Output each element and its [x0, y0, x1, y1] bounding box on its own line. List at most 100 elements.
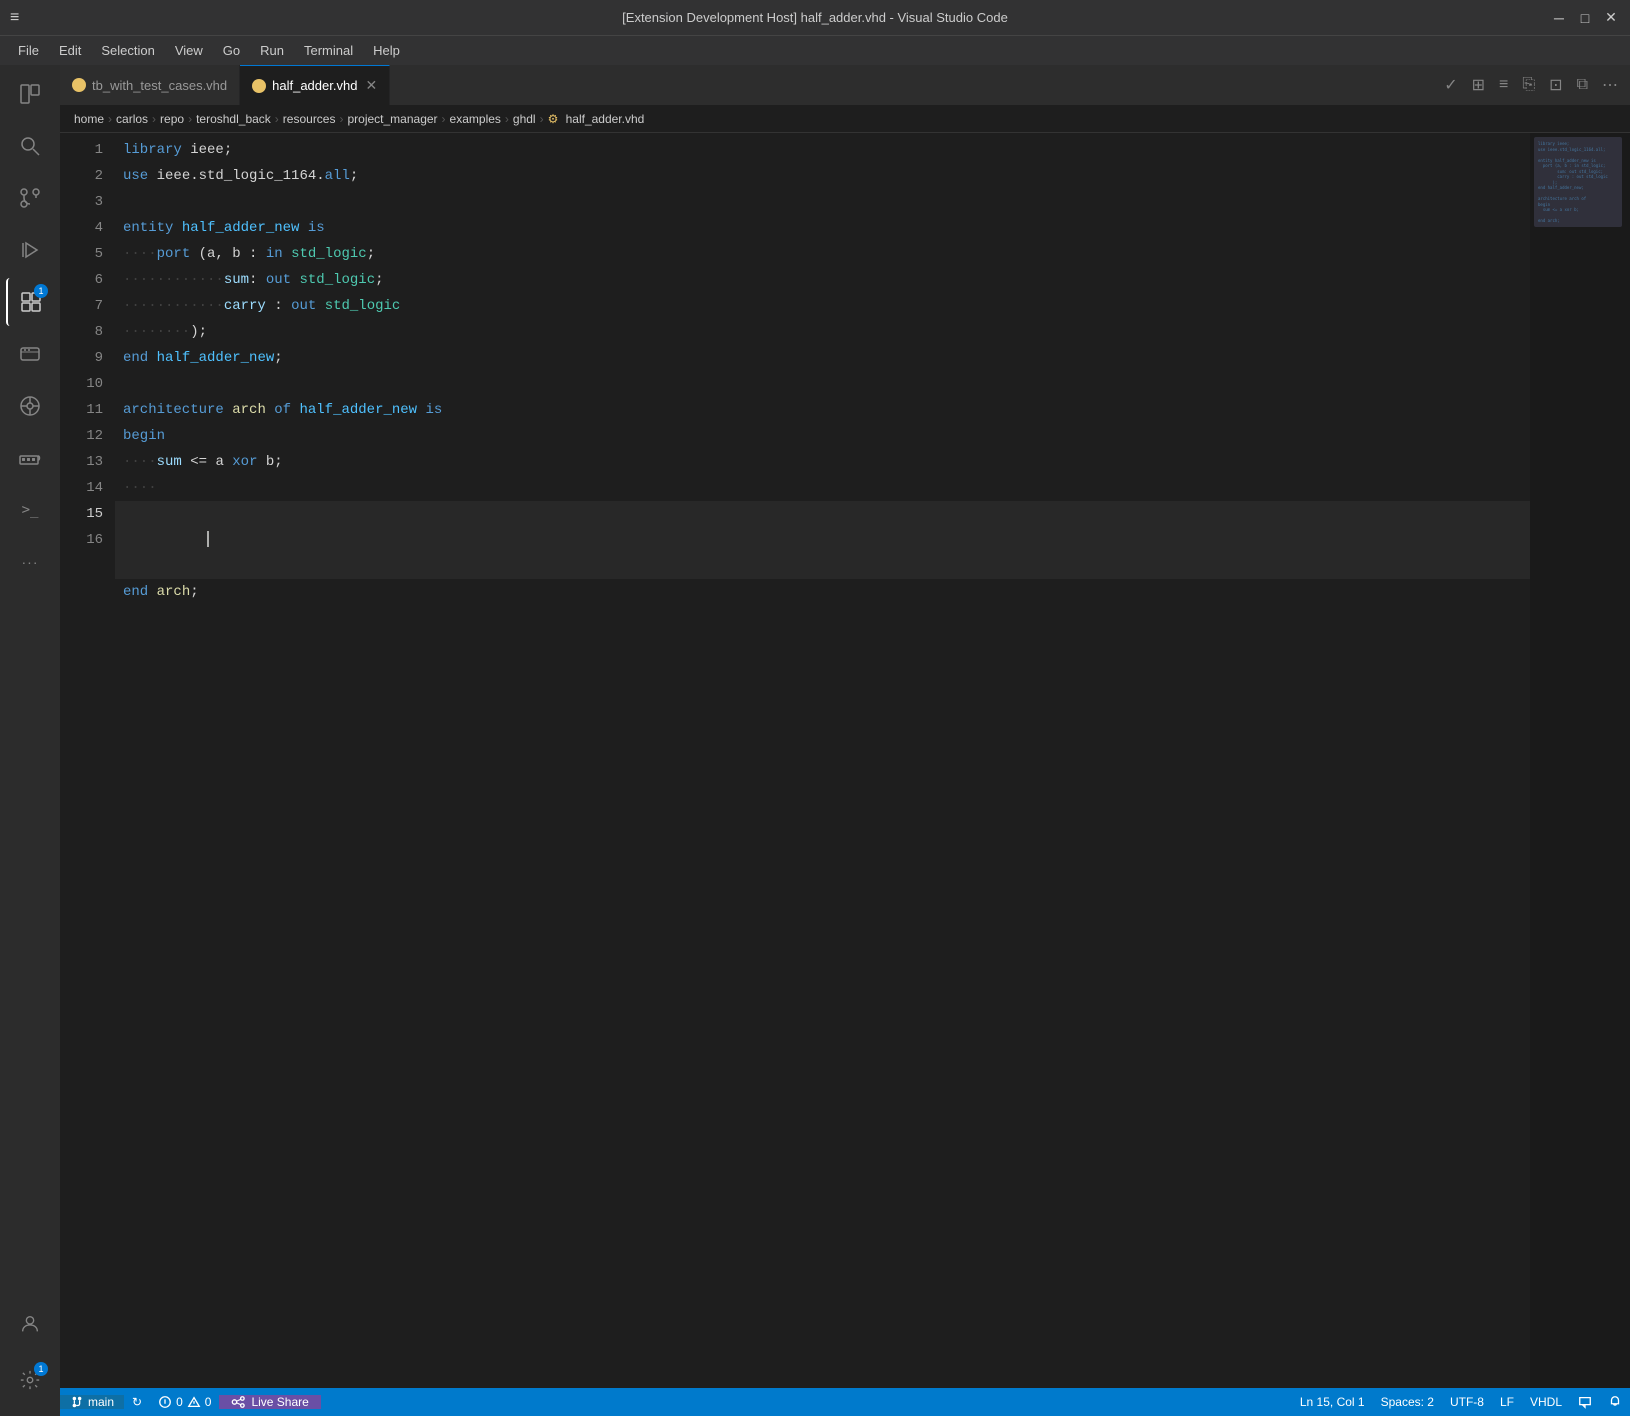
sync-icon: ↻ — [132, 1395, 142, 1409]
sidebar-item-source-control[interactable] — [6, 174, 54, 222]
split-editor-action[interactable]: ⊞ — [1468, 71, 1489, 99]
sidebar-item-teroshdl[interactable] — [6, 382, 54, 430]
status-position[interactable]: Ln 15, Col 1 — [1292, 1395, 1373, 1409]
overflow-action[interactable]: ⋯ — [1598, 71, 1622, 99]
breadcrumb-ghdl[interactable]: ghdl — [513, 112, 536, 126]
close-button[interactable]: ✕ — [1602, 9, 1620, 27]
menu-file[interactable]: File — [10, 41, 47, 60]
sidebar-item-docker[interactable] — [6, 434, 54, 482]
menu-bar: File Edit Selection View Go Run Terminal… — [0, 35, 1630, 65]
breadcrumb-file-icon: ⚙ — [548, 112, 562, 126]
live-share-label: Live Share — [251, 1395, 308, 1409]
tab-icon-tb — [72, 78, 86, 92]
sidebar-item-search[interactable] — [6, 122, 54, 170]
status-feedback[interactable] — [1570, 1395, 1600, 1409]
code-line-3 — [115, 189, 1530, 215]
code-line-8: ········); — [115, 319, 1530, 345]
sidebar-item-explorer[interactable] — [6, 70, 54, 118]
code-line-7: ············carry : out std_logic — [115, 293, 1530, 319]
menu-run[interactable]: Run — [252, 41, 292, 60]
code-line-1: library ieee; — [115, 137, 1530, 163]
breadcrumb: home › carlos › repo › teroshdl_back › r… — [60, 105, 1630, 133]
status-left: main ↻ 0 0 — [60, 1395, 321, 1409]
tab-label-half-adder: half_adder.vhd — [272, 78, 357, 93]
tab-tb-with-test-cases[interactable]: tb_with_test_cases.vhd — [60, 65, 240, 105]
line-ending-label: LF — [1500, 1395, 1514, 1409]
settings-badge: 1 — [34, 1362, 48, 1376]
minimize-button[interactable]: ─ — [1550, 9, 1568, 27]
validate-action[interactable]: ✓ — [1440, 71, 1461, 99]
hamburger-icon[interactable]: ≡ — [10, 0, 19, 35]
activity-bar: 1 — [0, 65, 60, 1416]
title-bar-text: [Extension Development Host] half_adder.… — [622, 10, 1008, 25]
code-line-2: use ieee.std_logic_1164.all; — [115, 163, 1530, 189]
menu-terminal[interactable]: Terminal — [296, 41, 361, 60]
tabs-actions: ✓ ⊞ ≡ ⎘ ⊡ ⧉ ⋯ — [1432, 71, 1630, 99]
status-git[interactable]: main — [60, 1395, 124, 1409]
status-bar: main ↻ 0 0 — [60, 1388, 1630, 1416]
code-line-11: architecture arch of half_adder_new is — [115, 397, 1530, 423]
maximize-button[interactable]: □ — [1576, 9, 1594, 27]
breadcrumb-resources[interactable]: resources — [283, 112, 336, 126]
extensions-badge: 1 — [34, 284, 48, 298]
sidebar-item-more[interactable]: ··· — [6, 538, 54, 586]
language-label: VHDL — [1530, 1395, 1562, 1409]
tab-half-adder[interactable]: half_adder.vhd ✕ — [240, 65, 390, 105]
menu-edit[interactable]: Edit — [51, 41, 89, 60]
breadcrumb-repo[interactable]: repo — [160, 112, 184, 126]
menu-selection[interactable]: Selection — [93, 41, 162, 60]
minimap: library ieee; use ieee.std_logic_1164.al… — [1530, 133, 1630, 1388]
code-content[interactable]: library ieee; use ieee.std_logic_1164.al… — [115, 133, 1530, 1388]
position-label: Ln 15, Col 1 — [1300, 1395, 1365, 1409]
code-line-15 — [115, 501, 1530, 579]
text-cursor — [207, 531, 209, 547]
status-encoding[interactable]: UTF-8 — [1442, 1395, 1492, 1409]
source-action[interactable]: ⊡ — [1545, 71, 1566, 99]
breadcrumb-examples[interactable]: examples — [450, 112, 501, 126]
sidebar-item-settings[interactable]: 1 — [6, 1356, 54, 1404]
code-line-6: ············sum: out std_logic; — [115, 267, 1530, 293]
status-line-ending[interactable]: LF — [1492, 1395, 1522, 1409]
tab-close-half-adder[interactable]: ✕ — [365, 77, 377, 94]
code-line-5: ····port (a, b : in std_logic; — [115, 241, 1530, 267]
code-line-4: entity half_adder_new is — [115, 215, 1530, 241]
status-bell[interactable] — [1600, 1395, 1630, 1409]
more-actions[interactable]: ≡ — [1495, 72, 1512, 98]
tab-label-tb: tb_with_test_cases.vhd — [92, 78, 227, 93]
breadcrumb-teroshdl[interactable]: teroshdl_back — [196, 112, 271, 126]
code-editor[interactable]: 1 2 3 4 5 6 7 8 9 10 11 12 13 14 15 16 l… — [60, 133, 1630, 1388]
warning-count: 0 — [205, 1395, 212, 1409]
sidebar-item-extensions[interactable]: 1 — [6, 278, 54, 326]
status-spaces[interactable]: Spaces: 2 — [1373, 1395, 1442, 1409]
activity-bottom: 1 — [6, 1300, 54, 1416]
status-language[interactable]: VHDL — [1522, 1395, 1570, 1409]
code-line-10 — [115, 371, 1530, 397]
tabs-container: tb_with_test_cases.vhd half_adder.vhd ✕ — [60, 65, 1432, 105]
breadcrumb-home[interactable]: home — [74, 112, 104, 126]
tab-icon-half-adder — [252, 79, 266, 93]
main-area: 1 — [0, 65, 1630, 1416]
code-line-14: ···· — [115, 475, 1530, 501]
live-share-button[interactable]: Live Share — [219, 1395, 320, 1409]
sidebar-item-account[interactable] — [6, 1300, 54, 1348]
breadcrumb-project-manager[interactable]: project_manager — [347, 112, 437, 126]
menu-help[interactable]: Help — [365, 41, 408, 60]
window-controls: ─ □ ✕ — [1550, 0, 1620, 35]
menu-view[interactable]: View — [167, 41, 211, 60]
status-errors[interactable]: 0 0 — [150, 1395, 219, 1409]
breadcrumb-file[interactable]: half_adder.vhd — [566, 112, 645, 126]
encoding-label: UTF-8 — [1450, 1395, 1484, 1409]
spaces-label: Spaces: 2 — [1381, 1395, 1434, 1409]
sidebar-item-remote[interactable] — [6, 330, 54, 378]
tabs-bar: tb_with_test_cases.vhd half_adder.vhd ✕ … — [60, 65, 1630, 105]
split-action-2[interactable]: ⎘ — [1518, 72, 1539, 98]
menu-go[interactable]: Go — [215, 41, 248, 60]
code-line-9: end half_adder_new; — [115, 345, 1530, 371]
layout-action[interactable]: ⧉ — [1573, 72, 1592, 98]
sidebar-item-run-debug[interactable] — [6, 226, 54, 274]
status-sync[interactable]: ↻ — [124, 1395, 150, 1409]
breadcrumb-carlos[interactable]: carlos — [116, 112, 148, 126]
sidebar-item-terminal[interactable]: >_ — [6, 486, 54, 534]
code-line-12: begin — [115, 423, 1530, 449]
editor-area: tb_with_test_cases.vhd half_adder.vhd ✕ … — [60, 65, 1630, 1416]
